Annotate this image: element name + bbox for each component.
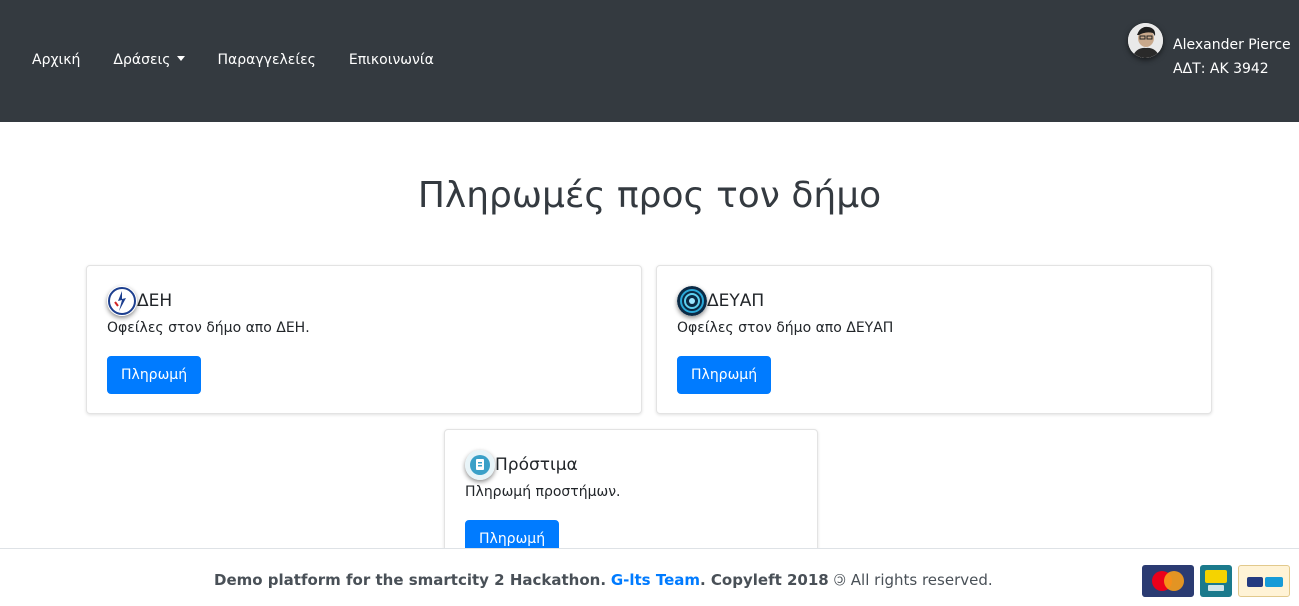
nav-item-contact[interactable]: Επικοινωνία [349,52,434,68]
nav-links: Αρχική Δράσεις Παραγγελείες Επικοινωνία [32,52,467,68]
deh-logo-icon [107,286,137,316]
nav-item-home[interactable]: Αρχική [32,52,80,68]
card-description: Οφείλες στον δήμο απο ΔΕΥΑΠ [677,320,894,336]
nav-item-actions-dropdown[interactable]: Δράσεις [113,52,185,68]
fines-logo-icon [465,450,495,480]
user-name: Alexander Pierce [1173,37,1291,53]
pay-button-deyap[interactable]: Πληρωμή [677,356,772,394]
deyap-logo-icon [677,286,707,316]
user-info: Alexander Pierce ΑΔΤ: ΑΚ 3942 [1173,33,1291,81]
card-description: Πληρωμή προστήμων. [465,484,621,500]
footer-text: Demo platform for the smartcity 2 Hackat… [214,569,993,590]
top-navbar: Αρχική Δράσεις Παραγγελείες Επικοινωνία … [0,0,1299,122]
footer-rights-text: All rights reserved. [850,571,993,589]
user-id: ΑΔΤ: ΑΚ 3942 [1173,61,1269,77]
card-title: ΔΕΗ [107,286,172,316]
caret-down-icon [176,56,185,61]
card-title: ΔΕΥΑΠ [677,286,764,316]
nav-item-actions-label: Δράσεις [113,52,171,68]
pay-button-deh[interactable]: Πληρωμή [107,356,202,394]
footer-team-link[interactable]: G-lts Team [611,571,700,589]
footer-platform-text: Demo platform for the smartcity 2 Hackat… [214,571,607,589]
page-title: Πληρωμές προς τον δήμο [417,175,882,216]
payment-card-deyap: ΔΕΥΑΠ Οφείλες στον δήμο απο ΔΕΥΑΠ Πληρωμ… [656,265,1212,414]
card-title-text: ΔΕΥΑΠ [707,291,765,311]
footer-copyleft-text: . Copyleft 2018 [700,571,829,589]
footer: Demo platform for the smartcity 2 Hackat… [0,548,1299,606]
paypal-icon [1238,565,1290,597]
card-description: Οφείλες στον δήμο απο ΔΕΗ. [107,320,310,336]
card-title-text: ΔΕΗ [137,291,173,311]
card-title-text: Πρόστιμα [495,455,578,475]
ideal-icon [1200,565,1232,597]
copyleft-icon: 🄯 [833,571,846,589]
nav-item-orders[interactable]: Παραγγελείες [218,52,316,68]
card-title: Πρόστιμα [465,450,578,480]
avatar [1128,23,1163,58]
mastercard-icon [1142,565,1194,597]
payment-card-deh: ΔΕΗ Οφείλες στον δήμο απο ΔΕΗ. Πληρωμή [86,265,642,414]
payment-icons [1142,565,1296,597]
user-panel[interactable]: Alexander Pierce ΑΔΤ: ΑΚ 3942 [1128,23,1291,81]
